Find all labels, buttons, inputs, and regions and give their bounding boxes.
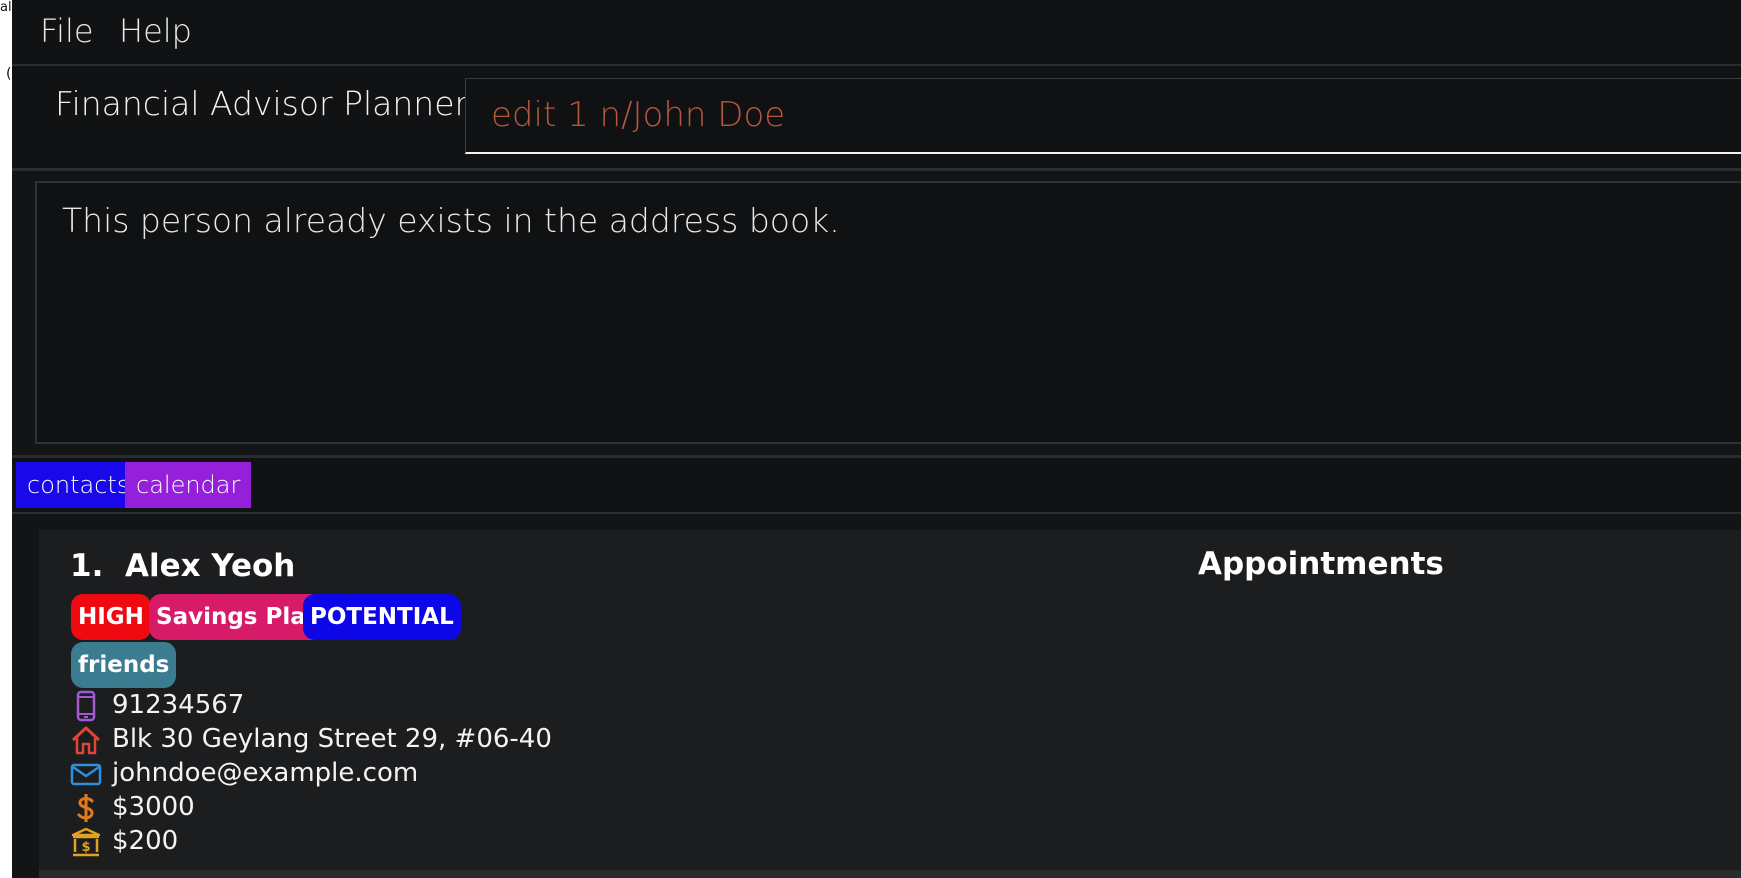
address-value: Blk 30 Geylang Street 29, #06-40 bbox=[112, 724, 552, 754]
savings-value: $200 bbox=[112, 826, 179, 856]
header: Financial Advisor Planner edit 1 n/John … bbox=[12, 66, 1741, 171]
tag-high: HIGH bbox=[71, 594, 151, 640]
background-window-edge: al ( bbox=[0, 0, 12, 878]
menu-bar: File Help bbox=[12, 0, 1741, 66]
result-display: This person already exists in the addres… bbox=[35, 181, 1741, 444]
command-input[interactable]: edit 1 n/John Doe bbox=[465, 78, 1741, 154]
appointments-heading: Appointments bbox=[1198, 546, 1444, 582]
person-card[interactable]: 1. Alex Yeoh HIGH Savings Plan POTENTIAL… bbox=[39, 530, 1741, 878]
result-message: This person already exists in the addres… bbox=[62, 201, 840, 240]
person-index: 1. bbox=[70, 548, 104, 584]
background-text-fragment-2: ( bbox=[6, 66, 12, 82]
app-window: File Help Financial Advisor Planner edit… bbox=[12, 0, 1741, 878]
tab-contacts[interactable]: contacts bbox=[16, 462, 141, 508]
menu-help[interactable]: Help bbox=[119, 12, 192, 50]
command-input-text: edit 1 n/John Doe bbox=[491, 95, 786, 135]
phone-value: 91234567 bbox=[112, 690, 245, 720]
tab-calendar[interactable]: calendar bbox=[125, 462, 252, 508]
email-value: johndoe@example.com bbox=[112, 758, 419, 788]
phone-icon bbox=[76, 690, 96, 722]
list-divider bbox=[39, 870, 1741, 878]
income-value: $3000 bbox=[112, 792, 195, 822]
person-name: 1. Alex Yeoh bbox=[70, 548, 295, 584]
tag-potential: POTENTIAL bbox=[303, 594, 461, 640]
app-title: Financial Advisor Planner bbox=[55, 84, 469, 123]
person-name-text: Alex Yeoh bbox=[124, 548, 296, 584]
bank-icon: $ bbox=[71, 827, 101, 857]
dollar-icon bbox=[77, 794, 94, 822]
background-text-fragment: al bbox=[0, 0, 12, 15]
svg-text:$: $ bbox=[81, 840, 90, 855]
menu-file[interactable]: File bbox=[40, 12, 94, 50]
email-icon bbox=[70, 763, 102, 786]
tag-friends: friends bbox=[71, 642, 177, 688]
tab-bar: contacts calendar bbox=[12, 455, 1741, 514]
home-icon bbox=[71, 726, 101, 755]
